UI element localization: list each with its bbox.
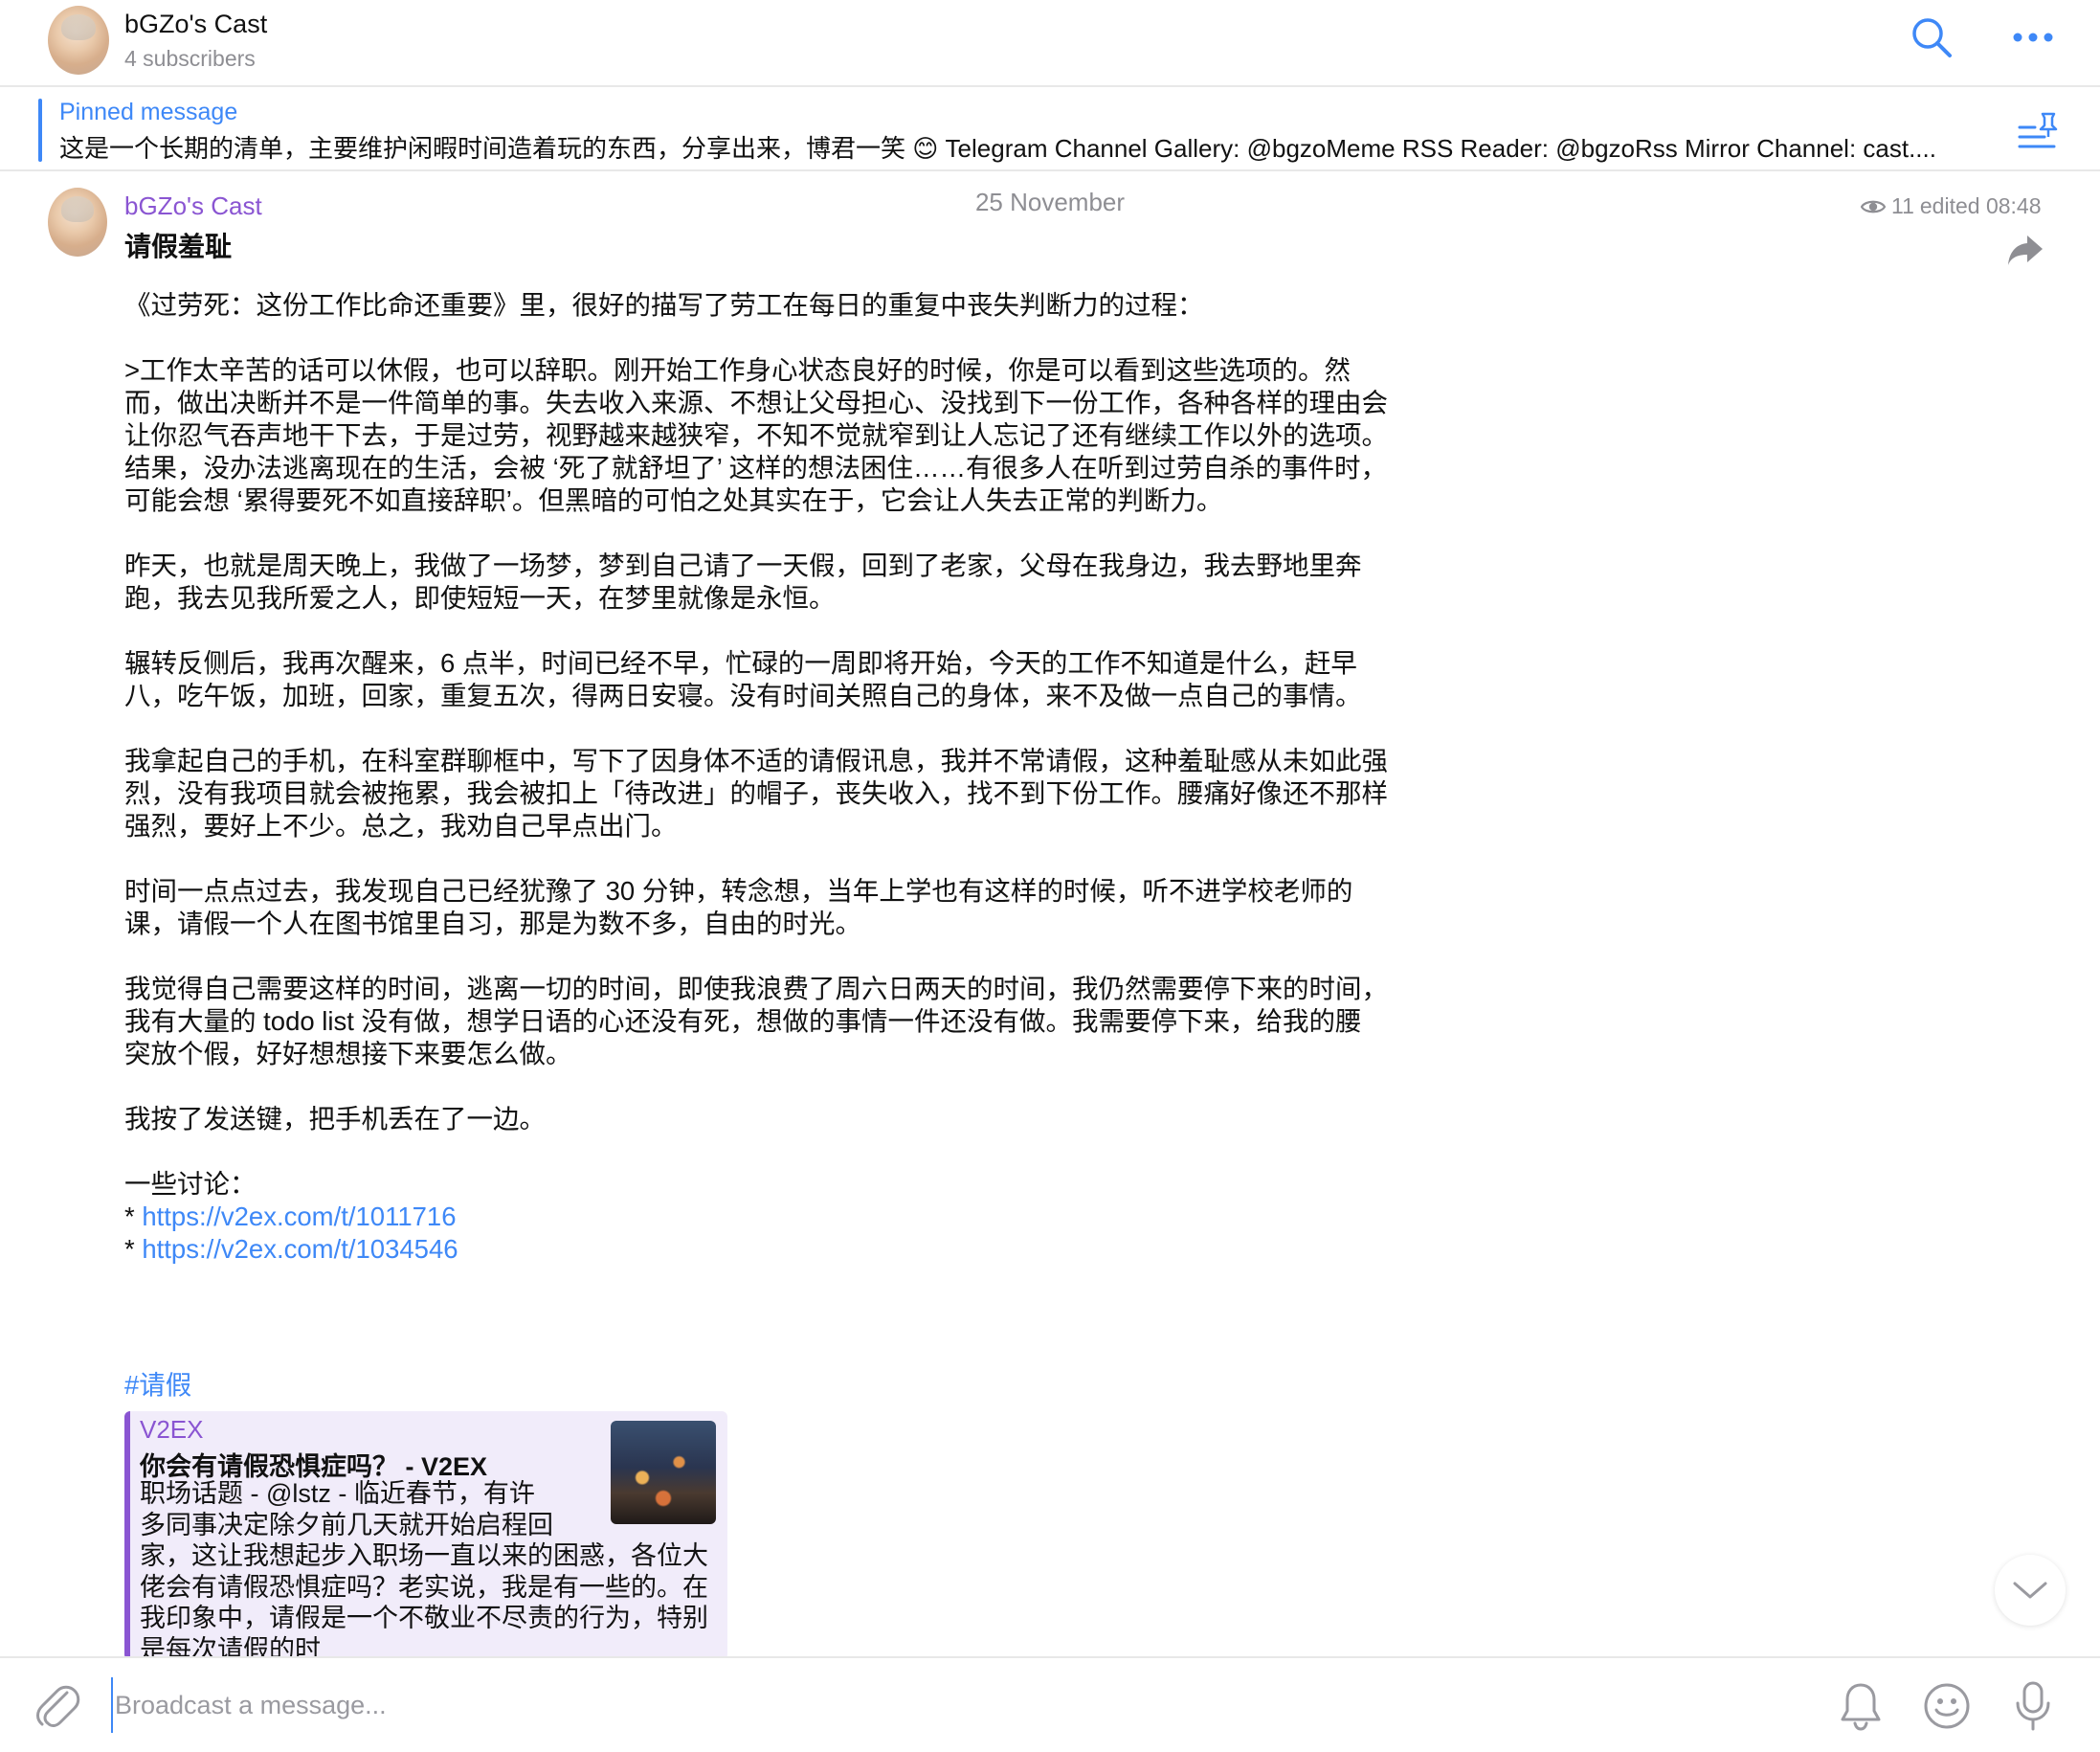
preview-desc-line: 多同事决定除夕前几天就开始启程回	[140, 1510, 553, 1539]
view-count: 11	[1891, 193, 1914, 218]
search-button[interactable]	[1908, 13, 1955, 61]
paragraph: 辗转反侧后，我再次醒来，6 点半，时间已经不早，忙碌的一周即将开始，今天的工作不…	[124, 648, 1362, 710]
scroll-to-bottom-button[interactable]	[1995, 1555, 2066, 1626]
preview-accent-bar	[124, 1411, 130, 1660]
share-icon	[2008, 236, 2043, 265]
attach-icon	[36, 1685, 80, 1727]
discussion-link[interactable]: https://v2ex.com/t/1011716	[142, 1202, 456, 1231]
eye-icon	[1861, 200, 1886, 213]
preview-desc-line: 职场话题 - @lstz - 临近春节，有许	[140, 1479, 535, 1508]
search-icon	[1912, 18, 1952, 57]
message-meta: 11 edited 08:48	[1861, 193, 2042, 219]
pinned-title: Pinned message	[59, 99, 238, 125]
pinned-message-bar[interactable]: Pinned message 这是一个长期的清单，主要维护闲暇时间造着玩的东西，…	[0, 89, 2100, 171]
preview-desc-line: 家，这让我想起步入职场一直以来的困惑，各位大佬会有请假恐惧症吗？老实说，我是有一…	[140, 1541, 708, 1660]
sender-avatar[interactable]	[48, 188, 107, 257]
message-input[interactable]	[111, 1677, 1815, 1733]
pinned-list-icon	[2018, 112, 2058, 148]
share-button[interactable]	[2006, 234, 2052, 272]
message-body: 《过劳死：这份工作比命还重要》里，很好的描写了劳工在每日的重复中丧失判断力的过程…	[124, 289, 1388, 1266]
notifications-button[interactable]	[1836, 1679, 1886, 1733]
message-title: 请假羞耻	[124, 232, 233, 261]
paragraph: 《过劳死：这份工作比命还重要》里，很好的描写了劳工在每日的重复中丧失判断力的过程…	[124, 290, 1204, 320]
paragraph: 我拿起自己的手机，在科室群聊框中，写下了因身体不适的请假讯息，我并不常请假，这种…	[124, 746, 1388, 841]
bullet: *	[124, 1234, 143, 1264]
emoji-button[interactable]	[1922, 1679, 1972, 1733]
paragraph: 时间一点点过去，我发现自己已经犹豫了 30 分钟，转念想，当年上学也有这样的时候…	[124, 876, 1353, 938]
attach-button[interactable]	[33, 1679, 80, 1729]
discussion-label: 一些讨论：	[124, 1169, 257, 1199]
paragraph: 昨天，也就是周天晚上，我做了一场梦，梦到自己请了一天假，回到了老家，父母在我身边…	[124, 550, 1362, 613]
paragraph: 我按了发送键，把手机丢在了一边。	[124, 1104, 546, 1134]
subscriber-count: 4 subscribers	[124, 46, 256, 71]
more-icon	[2013, 33, 2053, 42]
chat-header: bGZo's Cast 4 subscribers	[0, 0, 2100, 87]
discussion-link[interactable]: https://v2ex.com/t/1034546	[142, 1234, 458, 1264]
pinned-list-button[interactable]	[2016, 108, 2062, 154]
paragraph-quote: >工作太辛苦的话可以休假，也可以辞职。刚开始工作身心状态良好的时候，你是可以看到…	[124, 355, 1388, 515]
discussion-item: * https://v2ex.com/t/1034546	[124, 1233, 1388, 1266]
more-button[interactable]	[2009, 13, 2057, 61]
emoji-icon	[1924, 1683, 1970, 1729]
preview-site-name: V2EX	[140, 1415, 204, 1444]
channel-title[interactable]: bGZo's Cast	[124, 10, 267, 39]
preview-thumbnail[interactable]	[611, 1421, 716, 1524]
scroll-down-icon	[2013, 1582, 2047, 1599]
mic-icon	[2016, 1681, 2050, 1731]
pinned-text: 这是一个长期的清单，主要维护闲暇时间造着玩的东西，分享出来，博君一笑 😊 Tel…	[59, 134, 1936, 163]
bell-icon	[1841, 1683, 1881, 1731]
paragraph: 我觉得自己需要这样的时间，逃离一切的时间，即使我浪费了周六日两天的时间，我仍然需…	[124, 974, 1388, 1068]
sender-name[interactable]: bGZo's Cast	[124, 191, 262, 221]
bullet: *	[124, 1202, 143, 1231]
edited-time: edited 08:48	[1919, 193, 2042, 218]
discussion-item: * https://v2ex.com/t/1011716	[124, 1201, 1388, 1233]
date-divider: 25 November	[974, 188, 1126, 216]
voice-record-button[interactable]	[2008, 1679, 2058, 1733]
hashtag-link[interactable]: #请假	[124, 1363, 191, 1402]
pinned-accent-bar	[38, 99, 42, 162]
message-composer	[0, 1656, 2100, 1752]
link-preview-card[interactable]: V2EX 你会有请假恐惧症吗？ - V2EX 职场话题 - @lstz - 临近…	[124, 1411, 727, 1660]
channel-avatar[interactable]	[48, 6, 109, 75]
